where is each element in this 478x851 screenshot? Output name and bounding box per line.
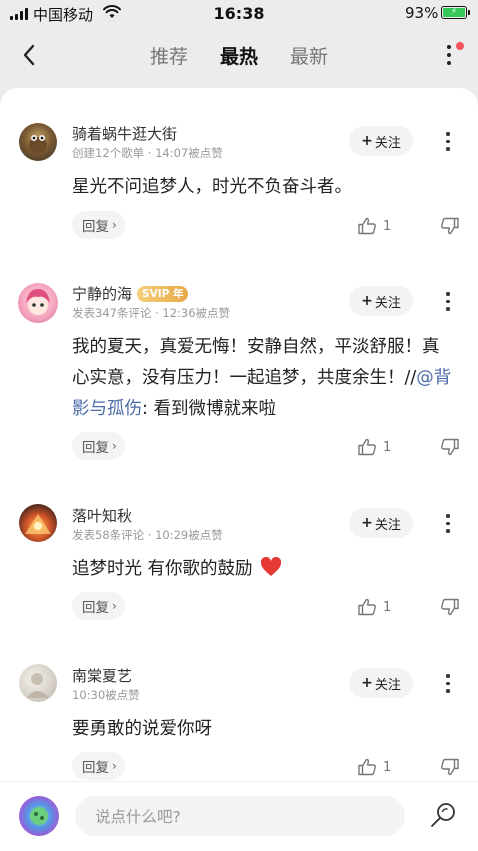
chevron-right-icon: ›	[112, 599, 117, 613]
reply-button[interactable]: 回复 ›	[72, 592, 125, 620]
thumbs-down-icon[interactable]	[440, 757, 460, 777]
send-icon[interactable]	[428, 800, 458, 830]
status-bar: 中国移动 16:38 93% ⚡	[0, 0, 478, 30]
reply-button[interactable]: 回复 ›	[72, 211, 125, 239]
comment-text-tail: : 看到微博就来啦	[142, 399, 276, 419]
comment-text-body: 追梦时光 有你歌的鼓励	[72, 559, 253, 579]
like-count: 1	[383, 599, 392, 615]
follow-button[interactable]: + 关注	[349, 286, 413, 316]
more-vertical-icon	[447, 45, 451, 65]
follow-button[interactable]: + 关注	[349, 668, 413, 698]
reply-button[interactable]: 回复 ›	[72, 432, 125, 460]
user-meta: 创建12个歌单 · 14:07被点赞	[72, 146, 223, 160]
tab-bar: 推荐 最热 最新	[0, 42, 478, 69]
follow-label: 关注	[374, 517, 401, 533]
comment-text: 星光不问追梦人，时光不负奋斗者。	[72, 172, 452, 203]
like-button[interactable]: 1	[357, 436, 391, 458]
more-menu-button[interactable]	[438, 42, 464, 68]
follow-label: 关注	[374, 295, 401, 311]
chevron-right-icon: ›	[112, 439, 117, 453]
comment-menu-icon[interactable]	[443, 674, 453, 694]
follow-button[interactable]: + 关注	[349, 126, 413, 156]
comment-menu-icon[interactable]	[443, 292, 453, 312]
reply-button[interactable]: 回复 ›	[72, 752, 125, 780]
user-name[interactable]: 骑着蜗牛逛大街	[72, 123, 177, 144]
user-name[interactable]: 宁静的海 SVIP 年	[72, 283, 189, 304]
chevron-right-icon: ›	[112, 759, 117, 773]
comment-text: 追梦时光 有你歌的鼓励	[72, 554, 452, 585]
notification-dot	[456, 42, 464, 50]
comment-menu-icon[interactable]	[443, 132, 453, 152]
like-button[interactable]: 1	[357, 215, 391, 237]
like-button[interactable]: 1	[357, 756, 391, 778]
svip-badge: SVIP 年	[137, 285, 189, 302]
tab-recommended[interactable]: 推荐	[150, 42, 188, 69]
user-name-text: 宁静的海	[72, 285, 133, 303]
follow-label: 关注	[374, 677, 401, 693]
avatar[interactable]	[19, 123, 57, 161]
comment-text-body: 星光不问追梦人，时光不负奋斗者。	[72, 177, 352, 197]
thumbs-down-icon[interactable]	[440, 437, 460, 457]
reply-label: 回复	[82, 219, 109, 235]
thumbs-up-icon	[358, 598, 376, 616]
user-name[interactable]: 落叶知秋	[72, 505, 132, 526]
tab-newest[interactable]: 最新	[290, 42, 328, 69]
like-count: 1	[383, 759, 392, 775]
thumbs-down-icon[interactable]	[440, 597, 460, 617]
battery-percent: 93%	[405, 4, 439, 22]
user-meta: 发表58条评论 · 10:29被点赞	[72, 528, 223, 542]
avatar[interactable]	[18, 283, 58, 323]
thumbs-up-icon	[358, 438, 376, 456]
user-name[interactable]: 南棠夏艺	[72, 665, 132, 686]
like-count: 1	[383, 439, 392, 455]
avatar[interactable]	[19, 664, 57, 702]
my-avatar[interactable]	[19, 796, 59, 836]
thumbs-up-icon	[358, 758, 376, 776]
thumbs-down-icon[interactable]	[440, 216, 460, 236]
comment-input[interactable]: 说点什么吧?	[75, 796, 405, 836]
comments-sheet: 骑着蜗牛逛大街 创建12个歌单 · 14:07被点赞 + 关注 星光不问追梦人，时…	[0, 88, 478, 851]
red-heart-icon	[261, 556, 282, 576]
battery-icon: ⚡	[441, 6, 470, 19]
chevron-right-icon: ›	[112, 218, 117, 232]
follow-button[interactable]: + 关注	[349, 508, 413, 538]
comment-menu-icon[interactable]	[443, 514, 453, 534]
like-button[interactable]: 1	[357, 596, 391, 618]
comment-text-body: 要勇敢的说爱你呀	[72, 719, 212, 739]
tab-hottest[interactable]: 最热	[220, 42, 258, 69]
comment-input-bar: 说点什么吧?	[0, 781, 478, 851]
comment-text: 我的夏天，真爱无悔！安静自然，平淡舒服！真心实意，没有压力！一起追梦，共度余生！…	[72, 332, 452, 425]
comment-input-placeholder: 说点什么吧?	[95, 808, 181, 826]
like-count: 1	[383, 218, 392, 234]
comment-text-body: 我的夏天，真爱无悔！安静自然，平淡舒服！真心实意，没有压力！一起追梦，共度余生！…	[72, 337, 440, 388]
user-meta: 发表347条评论 · 12:36被点赞	[72, 306, 231, 320]
thumbs-up-icon	[358, 217, 376, 235]
reply-label: 回复	[82, 600, 109, 616]
nav-bar: 推荐 最热 最新	[0, 30, 478, 82]
avatar[interactable]	[19, 504, 57, 542]
follow-label: 关注	[374, 135, 401, 151]
reply-label: 回复	[82, 760, 109, 776]
comment-text: 要勇敢的说爱你呀	[72, 714, 452, 745]
reply-label: 回复	[82, 440, 109, 456]
user-meta: 10:30被点赞	[72, 688, 140, 702]
